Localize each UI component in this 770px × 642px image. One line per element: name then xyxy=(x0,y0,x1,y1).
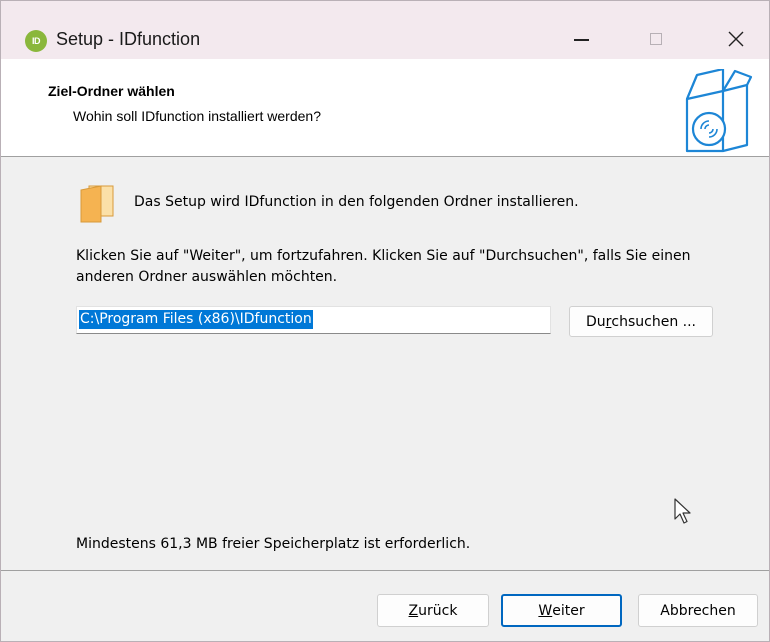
instruction-text: Klicken Sie auf "Weiter", um fortzufahre… xyxy=(76,248,691,285)
title-bar[interactable]: ID Setup - IDfunction xyxy=(1,1,769,59)
maximize-icon xyxy=(650,33,662,45)
back-label: urück xyxy=(418,602,458,619)
window-title: Setup - IDfunction xyxy=(56,29,201,49)
close-icon xyxy=(728,31,744,47)
intro-text: Das Setup wird IDfunction in den folgend… xyxy=(134,194,579,210)
minimize-icon xyxy=(573,39,589,41)
browse-label-suffix: chsuchen ... xyxy=(611,313,697,330)
setup-window: ID Setup - IDfunction Ziel-Ordner wählen… xyxy=(0,0,770,642)
app-icon-text: ID xyxy=(32,36,41,46)
setup-box-icon xyxy=(685,69,753,153)
mouse-pointer-icon xyxy=(674,498,691,524)
app-icon: ID xyxy=(25,30,47,52)
disk-space-text: Mindestens 61,3 MB freier Speicherplatz … xyxy=(76,536,471,552)
close-button[interactable] xyxy=(711,19,761,59)
cancel-label: Abbrechen xyxy=(660,602,736,619)
back-button[interactable]: Zurück xyxy=(377,594,489,627)
page-title: Ziel-Ordner wählen xyxy=(48,83,175,99)
minimize-button[interactable] xyxy=(556,19,606,59)
folder-icon xyxy=(80,185,114,223)
footer-divider xyxy=(1,570,769,571)
cancel-button[interactable]: Abbrechen xyxy=(638,594,758,627)
install-path-value[interactable]: C:\Program Files (x86)\IDfunction xyxy=(79,310,313,329)
back-accelerator: Z xyxy=(408,602,419,619)
install-path-input[interactable]: C:\Program Files (x86)\IDfunction xyxy=(76,306,551,334)
maximize-button xyxy=(631,19,681,59)
next-accelerator: W xyxy=(538,602,553,619)
browse-label-prefix: Du xyxy=(585,313,606,330)
next-label: eiter xyxy=(552,602,585,619)
wizard-header: Ziel-Ordner wählen Wohin soll IDfunction… xyxy=(1,59,769,157)
next-button[interactable]: Weiter xyxy=(501,594,622,627)
browse-button[interactable]: Du r chsuchen ... xyxy=(569,306,713,337)
page-subtitle: Wohin soll IDfunction installiert werden… xyxy=(73,108,321,124)
